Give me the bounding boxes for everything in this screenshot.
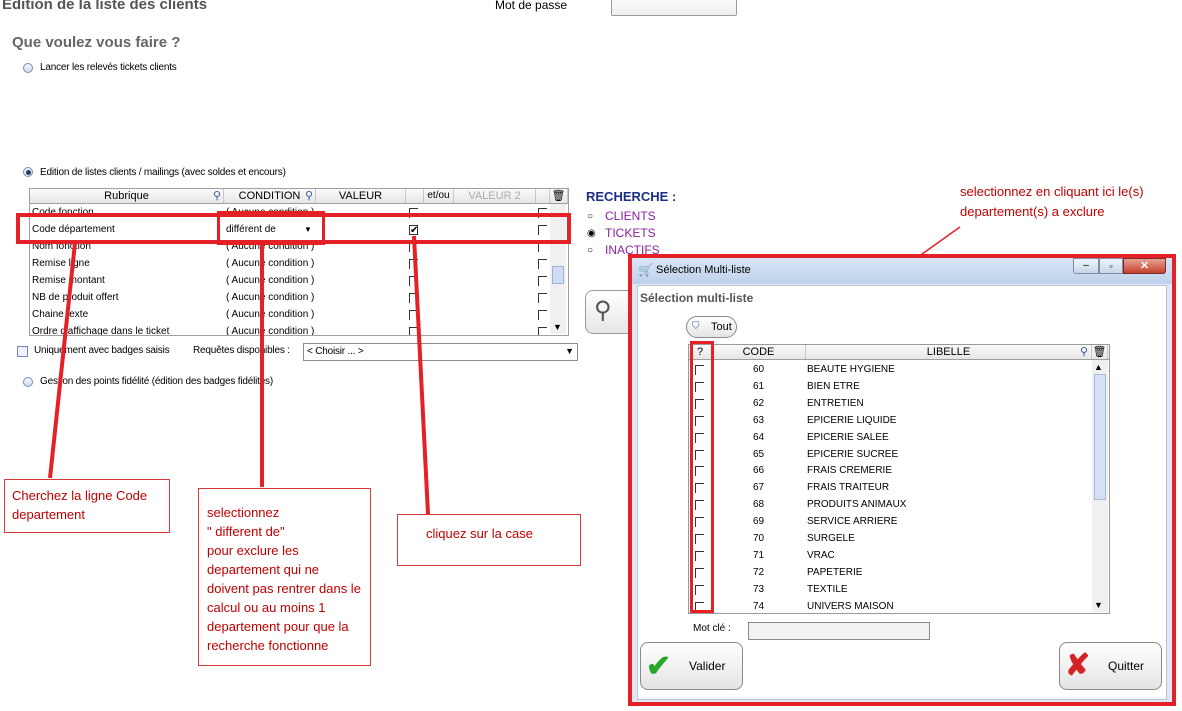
list-item[interactable]: 65 EPICERIE SUCREE [689,446,1092,463]
item-code: 69 [753,516,765,528]
list-scrollbar[interactable]: ▲ ▼ [1092,360,1108,612]
annotation-checkbox-column-box [690,341,714,613]
note-code-departement: Cherchez la ligne Code departement [4,479,170,533]
dialog-titlebar: 🛒 Sélection Multi-liste – ▫ ✕ [632,258,1172,284]
note-different-de: selectionnez " different de" pour exclur… [198,488,371,666]
item-libelle: BEAUTE HYGIENE [807,364,895,375]
cart-icon: 🛒 [638,263,653,277]
item-code: 64 [753,431,765,443]
motcle-input[interactable] [748,622,930,640]
list-item[interactable]: 72 PAPETERIE [689,564,1092,581]
item-libelle: EPICERIE SUCREE [807,448,899,460]
item-code: 73 [753,583,765,595]
list-item[interactable]: 70 SURGELE [689,530,1092,547]
close-icon[interactable]: ✕ [1123,258,1166,274]
list-item[interactable]: 60 BEAUTE HYGIENE [689,361,1092,378]
dialog-heading: Sélection multi-liste [640,291,754,305]
maximize-icon[interactable]: ▫ [1099,258,1123,274]
item-libelle: BIEN ETRE [807,380,860,392]
minimize-icon[interactable]: – [1073,258,1099,274]
list-item[interactable]: 62 ENTRETIEN [689,395,1092,412]
col-libelle[interactable]: LIBELLE ⚲ [806,345,1092,359]
cross-icon: ✘ [1065,649,1091,682]
tout-label: Tout [711,321,732,333]
item-libelle: FRAIS TRAITEUR [807,482,890,494]
scroll-down-icon[interactable]: ▼ [1094,600,1103,610]
item-libelle: SURGELE [807,533,855,544]
item-code: 71 [753,549,765,561]
item-libelle: FRAIS CREMERIE [807,465,893,477]
list-item[interactable]: 66 FRAIS CREMERIE [689,462,1092,479]
item-libelle: ENTRETIEN [807,397,864,409]
checkmark-icon: ✔ [646,650,672,683]
multi-liste-dialog: 🛒 Sélection Multi-liste – ▫ ✕ Sélection … [628,254,1176,706]
list-item[interactable]: 71 VRAC [689,547,1092,564]
item-code: 62 [753,397,765,409]
note-selectionnez: selectionnez en cliquant ici le(s) depar… [960,184,1144,219]
scroll-up-icon[interactable]: ▲ [1094,362,1103,372]
item-libelle: PAPETERIE [807,566,863,578]
filter-icon: ⛉ [692,321,700,332]
item-code: 61 [753,380,765,392]
item-libelle: TEXTILE [807,583,848,595]
motcle-label: Mot clé : [693,623,731,634]
list-item[interactable]: 74 UNIVERS MAISON [689,598,1092,613]
annotation-line-3 [412,235,430,515]
item-libelle: SERVICE ARRIERE [807,516,898,528]
dialog-body: Sélection multi-liste ⛉ Tout ? CODE LIBE… [637,285,1167,700]
valider-label: Valider [689,659,726,673]
list-item[interactable]: 63 EPICERIE LIQUIDE [689,412,1092,429]
list-item[interactable]: 69 SERVICE ARRIERE [689,513,1092,530]
list-item[interactable]: 67 FRAIS TRAITEUR [689,479,1092,496]
search-icon: ⚲ [1079,346,1088,358]
list-header: ? CODE LIBELLE ⚲ 🗑 [689,345,1109,360]
item-code: 74 [753,600,765,612]
item-code: 60 [753,364,765,375]
item-code: 72 [753,566,765,578]
dialog-window-title: Sélection Multi-liste [656,264,751,276]
list-item[interactable]: 64 EPICERIE SALEE [689,429,1092,446]
quitter-button[interactable]: ✘ Quitter [1059,642,1162,690]
trash-icon[interactable]: 🗑 [1092,345,1108,359]
item-libelle: UNIVERS MAISON [807,600,894,612]
note-cliquez-case: cliquez sur la case [397,514,581,566]
scroll-thumb[interactable] [1094,374,1106,500]
col-code[interactable]: CODE [712,345,806,359]
list-item[interactable]: 61 BIEN ETRE [689,378,1092,395]
department-list: ? CODE LIBELLE ⚲ 🗑 60 BEAUTE HYGIENE 61 BIEN… [688,344,1110,614]
quitter-label: Quitter [1108,659,1145,673]
item-code: 70 [753,533,765,544]
item-code: 68 [753,499,765,511]
item-code: 63 [753,414,765,426]
item-code: 67 [753,482,765,494]
tout-button[interactable]: ⛉ Tout [686,316,737,338]
list-item[interactable]: 73 TEXTILE [689,581,1092,598]
item-libelle: EPICERIE LIQUIDE [807,414,897,426]
valider-button[interactable]: ✔ Valider [640,642,743,690]
item-libelle: VRAC [807,549,835,561]
item-code: 66 [753,465,765,477]
item-code: 65 [753,448,765,460]
annotation-line-1 [48,242,77,479]
item-libelle: PRODUITS ANIMAUX [807,499,907,511]
list-item[interactable]: 68 PRODUITS ANIMAUX [689,496,1092,513]
item-libelle: EPICERIE SALEE [807,431,889,443]
